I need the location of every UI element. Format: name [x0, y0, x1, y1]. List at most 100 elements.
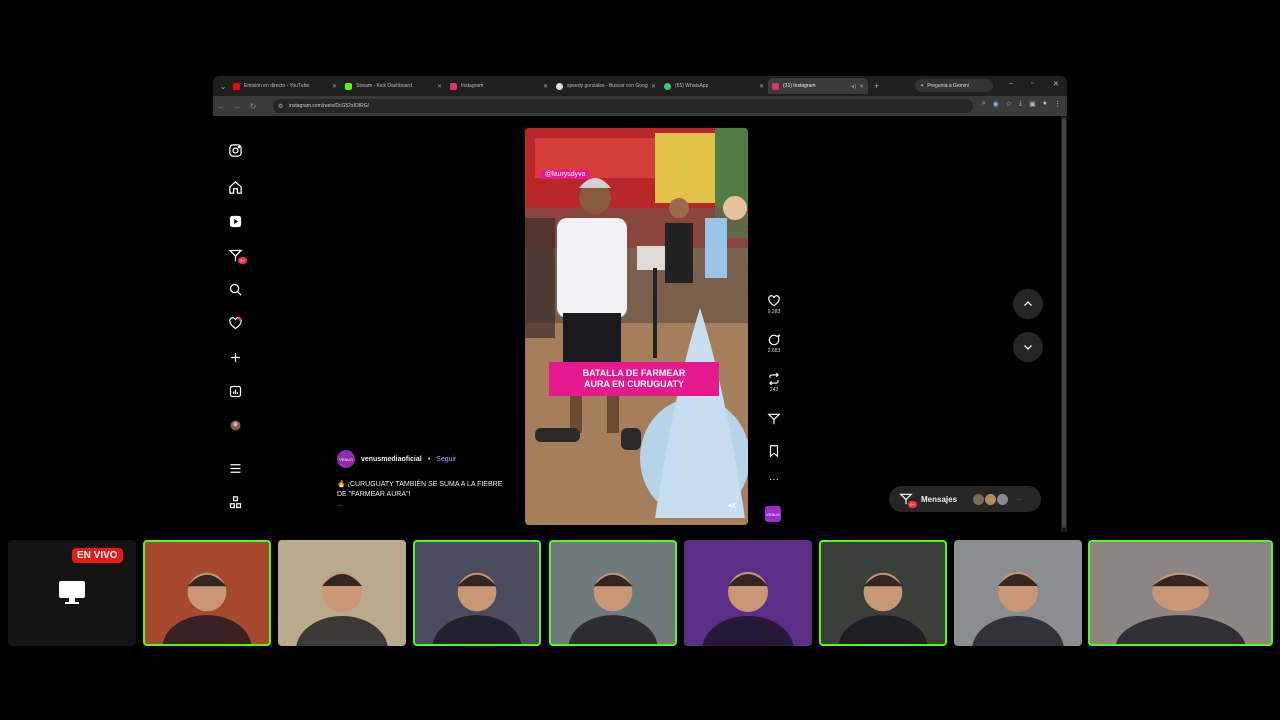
- tab-search-icon[interactable]: ⌄: [217, 80, 229, 92]
- new-tab-button[interactable]: +: [874, 81, 879, 91]
- lens-icon[interactable]: ◉: [993, 100, 999, 108]
- live-badge: EN VIVO: [72, 548, 123, 563]
- instagram-logo-icon[interactable]: [225, 140, 245, 160]
- gemini-button[interactable]: ✦ Pregunta a Gemini: [915, 79, 993, 92]
- webcam-feed: [162, 572, 252, 644]
- site-info-icon[interactable]: ⚙: [278, 103, 283, 110]
- monitor-icon: [59, 581, 85, 604]
- download-icon[interactable]: ⤓: [1019, 100, 1022, 108]
- participant-tile[interactable]: [819, 540, 947, 646]
- author-avatar[interactable]: VENUS: [337, 450, 355, 468]
- audio-thumbnail[interactable]: VENUS: [765, 506, 781, 522]
- instagram-sidebar: 9+: [223, 116, 247, 532]
- comments-count: 2.683: [767, 348, 781, 354]
- tab-whatsapp[interactable]: (65) WhatsApp ✕: [660, 78, 768, 94]
- participant-tile[interactable]: [549, 540, 677, 646]
- tab-youtube[interactable]: Emisión en directo - YouTube ✕: [229, 78, 341, 94]
- mute-icon[interactable]: ◂x: [727, 500, 736, 511]
- close-icon[interactable]: ✕: [543, 83, 548, 90]
- participant-tile[interactable]: [954, 540, 1082, 646]
- previous-reel-button[interactable]: [1013, 289, 1043, 319]
- caption-more[interactable]: ...: [337, 502, 512, 508]
- speaker-icon[interactable]: ◂): [851, 83, 856, 90]
- scrollbar-thumb[interactable]: [1062, 118, 1066, 528]
- follow-button[interactable]: Seguir: [436, 456, 456, 463]
- participant-tile[interactable]: [413, 540, 541, 646]
- close-icon[interactable]: ✕: [437, 83, 442, 90]
- search-icon[interactable]: [225, 279, 245, 299]
- close-window-button[interactable]: ✕: [1053, 80, 1059, 88]
- kick-icon: [345, 82, 352, 90]
- comment-icon: [768, 334, 781, 346]
- messages-label: Mensajes: [921, 494, 958, 504]
- tab-label: Emisión en directo - YouTube: [244, 83, 310, 89]
- address-toolbar: ← → ↻ ⚙ instagram.com/reels/DcG52xIOIRG/…: [213, 96, 1067, 116]
- tab-instagram[interactable]: Instagram ✕: [446, 78, 552, 94]
- dashboard-icon[interactable]: [225, 381, 245, 401]
- reload-button[interactable]: ↻: [245, 102, 261, 111]
- profile-avatar[interactable]: [225, 415, 245, 435]
- extensions-icon[interactable]: ▣: [1029, 100, 1036, 108]
- zoom-icon[interactable]: ⌕: [982, 100, 986, 108]
- avatar: [973, 493, 985, 505]
- more-options-icon[interactable]: ···: [761, 474, 787, 485]
- save-button[interactable]: [761, 444, 787, 458]
- participant-tile[interactable]: [278, 540, 406, 646]
- youtube-icon: [233, 82, 240, 90]
- author-name[interactable]: venusmediaoficial: [361, 456, 422, 463]
- reels-icon[interactable]: [225, 211, 245, 231]
- minimize-button[interactable]: –: [1009, 80, 1013, 87]
- tab-kick[interactable]: Stream - Kick Dashboard ✕: [341, 78, 446, 94]
- send-icon: [767, 413, 781, 425]
- author-row: VENUS venusmediaoficial • Seguir: [337, 450, 512, 468]
- more-icon: ···: [1016, 495, 1024, 503]
- toolbar-icons: ⌕ ◉ ☆ ⤓ ▣ ● ⋮: [982, 100, 1061, 108]
- close-icon[interactable]: ✕: [859, 83, 864, 90]
- like-button[interactable]: 9.283: [761, 294, 787, 315]
- tab-instagram-active[interactable]: (31) Instagram ◂) ✕: [768, 78, 868, 94]
- participant-tile[interactable]: [143, 540, 271, 646]
- url-bar[interactable]: ⚙ instagram.com/reels/DcG52xIOIRG/: [273, 99, 973, 113]
- more-menu-icon[interactable]: [225, 458, 245, 478]
- tab-label: Instagram: [461, 83, 484, 89]
- webcam-feed: [702, 572, 794, 646]
- comment-button[interactable]: 2.683: [761, 333, 787, 354]
- close-icon[interactable]: ✕: [651, 83, 656, 90]
- browser-window: ⌄ Emisión en directo - YouTube ✕ Stream …: [213, 76, 1067, 532]
- profile-icon[interactable]: ●: [1043, 100, 1047, 108]
- webcam-feed: [568, 572, 658, 644]
- back-button[interactable]: ←: [213, 102, 229, 111]
- share-button[interactable]: [761, 412, 787, 426]
- tab-label: Stream - Kick Dashboard: [356, 83, 412, 89]
- notifications-icon[interactable]: [225, 313, 245, 333]
- chrome-menu-icon[interactable]: ⋮: [1054, 100, 1061, 108]
- close-icon[interactable]: ✕: [759, 83, 764, 90]
- create-icon[interactable]: [225, 347, 245, 367]
- repost-button[interactable]: 243: [761, 372, 787, 393]
- forward-button[interactable]: →: [229, 102, 245, 111]
- stream-participants-bar: EN VIVO: [0, 540, 1280, 646]
- google-icon: [556, 82, 563, 90]
- instagram-icon: [772, 82, 779, 90]
- heart-icon: [768, 295, 780, 307]
- reel-mention-tag: @laurysdyva: [541, 170, 590, 179]
- bookmark-icon: [769, 445, 779, 458]
- next-reel-button[interactable]: [1013, 332, 1043, 362]
- bookmark-star-icon[interactable]: ☆: [1006, 100, 1012, 108]
- tab-label: (31) Instagram: [783, 83, 816, 89]
- webcam-feed: [838, 572, 928, 644]
- direct-messages-icon[interactable]: 9+: [225, 245, 247, 265]
- tab-label: (65) WhatsApp: [675, 83, 709, 89]
- participant-tile[interactable]: [1088, 540, 1273, 646]
- page-scrollbar[interactable]: [1061, 116, 1067, 532]
- separator-dot: •: [427, 455, 431, 463]
- participant-tile[interactable]: [684, 540, 812, 646]
- reel-video[interactable]: @laurysdyva BATALLA DE FARMEAR AURA EN C…: [525, 128, 748, 525]
- messages-button[interactable]: 9+ Mensajes ···: [889, 486, 1041, 512]
- screen-share-tile[interactable]: EN VIVO: [8, 540, 136, 646]
- meta-apps-icon[interactable]: [225, 492, 245, 512]
- close-icon[interactable]: ✕: [332, 83, 337, 90]
- maximize-button[interactable]: ▫: [1031, 80, 1033, 87]
- tab-google[interactable]: speedy gonzales - Buscar con Google ✕: [552, 78, 660, 94]
- home-icon[interactable]: [225, 177, 245, 197]
